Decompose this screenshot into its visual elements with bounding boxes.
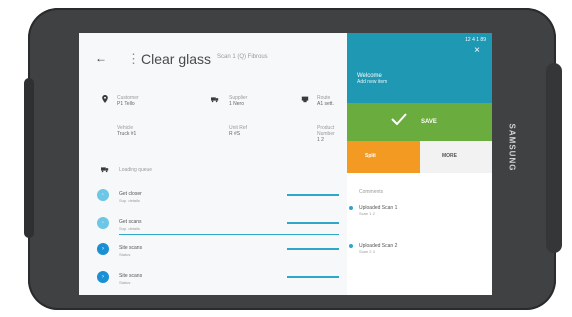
list-item-sub: Sup. details bbox=[119, 226, 140, 231]
bullet-icon bbox=[349, 206, 353, 210]
comment-entry[interactable]: Uploaded Scan 2 Scan 2 4 bbox=[349, 243, 397, 254]
progress-bar bbox=[287, 248, 339, 250]
list-item-sub: Sup. details bbox=[119, 198, 140, 203]
group-label: Loading queue bbox=[119, 167, 153, 173]
printer-icon bbox=[301, 96, 309, 103]
list-item-sub: Status bbox=[119, 280, 131, 285]
comment-sub: Scan 2 4 bbox=[359, 249, 375, 254]
unit-ref-field: Unit Ref R #S bbox=[229, 125, 247, 137]
details-panel: ← ⋮ Clear glass Scan 1 (Q) Fibrous Custo… bbox=[79, 33, 347, 295]
comment-sub: Scan 1 2 bbox=[359, 211, 375, 216]
brand-logo: SAMSUNG bbox=[507, 123, 517, 172]
split-button[interactable]: Split bbox=[347, 141, 420, 173]
vehicle-field: Vehicle Truck #1 bbox=[117, 125, 136, 137]
info-icon: ⋮ bbox=[127, 51, 140, 66]
status-bar: 12 4 1 89 bbox=[465, 37, 486, 43]
customer-field: Customer P1 Tello bbox=[117, 95, 139, 107]
item-avatar: ◦ bbox=[97, 189, 109, 201]
product-number-field: Product Number 1 2 bbox=[317, 125, 347, 143]
list-item-label[interactable]: Get scans bbox=[119, 219, 142, 225]
save-button[interactable]: SAVE bbox=[347, 103, 492, 141]
right-grip bbox=[546, 63, 562, 253]
more-button[interactable]: MORE bbox=[420, 141, 492, 173]
item-avatar: ◦ bbox=[97, 217, 109, 229]
bullet-icon bbox=[349, 244, 353, 248]
page-title: Clear glass bbox=[141, 51, 212, 67]
vehicle-value: Truck #1 bbox=[117, 131, 137, 137]
header-row: ← ⋮ Clear glass Scan 1 (Q) Fibrous bbox=[79, 33, 347, 91]
route-field: Route A1 sett. bbox=[317, 95, 334, 107]
comment-entry[interactable]: Uploaded Scan 1 Scan 1 2 bbox=[349, 205, 397, 216]
list-item-label[interactable]: Get closer bbox=[119, 191, 142, 197]
split-label: Split bbox=[365, 153, 376, 159]
app-screen: ← ⋮ Clear glass Scan 1 (Q) Fibrous Custo… bbox=[79, 33, 492, 295]
welcome-text: Welcome Add new item bbox=[357, 73, 387, 85]
product-number-value: 1 2 bbox=[317, 137, 324, 143]
divider-bar bbox=[119, 234, 339, 235]
list-item-label[interactable]: Site scans bbox=[119, 245, 142, 251]
close-icon[interactable]: × bbox=[474, 45, 480, 56]
supplier-value: 1 Nero bbox=[229, 101, 245, 107]
welcome-card: 12 4 1 89 × Welcome Add new item bbox=[347, 33, 492, 103]
product-number-label: Product Number bbox=[317, 125, 335, 137]
list-item-sub: Status bbox=[119, 252, 131, 257]
item-avatar: › bbox=[97, 271, 109, 283]
truck-icon bbox=[101, 167, 109, 173]
list-item-label[interactable]: Site scans bbox=[119, 273, 142, 279]
progress-bar bbox=[287, 222, 339, 224]
route-value: A1 sett. bbox=[317, 101, 334, 107]
more-label: MORE bbox=[442, 153, 457, 159]
location-pin-icon bbox=[102, 95, 108, 103]
save-label: SAVE bbox=[421, 119, 437, 125]
progress-bar bbox=[287, 276, 339, 278]
comments-title: Comments bbox=[359, 189, 384, 195]
supplier-field: Supplier 1 Nero bbox=[229, 95, 247, 107]
item-avatar: › bbox=[97, 243, 109, 255]
progress-bar bbox=[287, 194, 339, 196]
customer-value: P1 Tello bbox=[117, 101, 135, 107]
unit-ref-value: R #S bbox=[229, 131, 241, 137]
action-panel: 12 4 1 89 × Welcome Add new item SAVE Sp… bbox=[347, 33, 492, 295]
welcome-line2: Add new item bbox=[357, 79, 388, 85]
back-arrow-icon[interactable]: ← bbox=[95, 51, 107, 65]
page-subtitle: Scan 1 (Q) Fibrous bbox=[217, 54, 268, 60]
truck-icon bbox=[211, 97, 219, 103]
left-grip bbox=[24, 78, 34, 238]
check-icon bbox=[391, 113, 407, 125]
